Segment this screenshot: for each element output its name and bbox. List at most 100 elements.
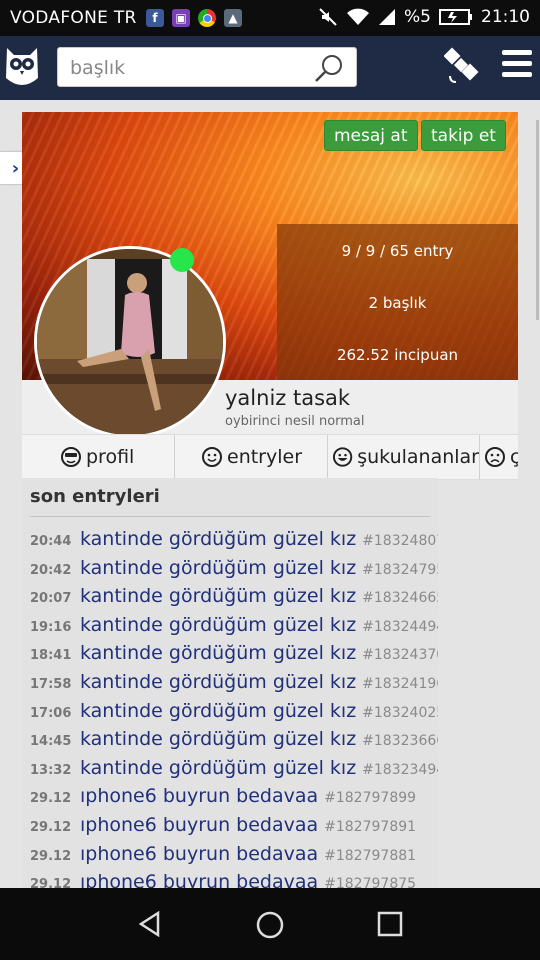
menu-icon[interactable] xyxy=(502,50,532,80)
clock: 21:10 xyxy=(481,7,530,27)
entry-title-link[interactable]: kantinde gördüğüm güzel kız xyxy=(80,757,356,779)
entry-title-link[interactable]: ıphone6 buyrun bedavaa xyxy=(80,814,318,836)
entry-title-link[interactable]: ıphone6 buyrun bedavaa xyxy=(80,843,318,865)
chrome-icon xyxy=(198,9,216,27)
sad-face-icon xyxy=(485,447,505,467)
entry-title-link[interactable]: kantinde gördüğüm güzel kız xyxy=(80,557,356,579)
list-item[interactable]: 17:58 kantinde gördüğüm güzel kız #1832419… xyxy=(30,671,438,699)
app-header xyxy=(0,36,540,100)
list-item[interactable]: 18:41 kantinde gördüğüm güzel kız #1832437… xyxy=(30,642,438,670)
entry-time: 13:32 xyxy=(30,762,72,778)
tab-label: şukulananlar xyxy=(357,446,479,468)
owl-logo-icon[interactable] xyxy=(4,44,40,90)
cool-face-icon xyxy=(61,447,81,467)
mute-icon xyxy=(319,8,337,26)
list-item[interactable]: 29.12 ıphone6 buyrun bedavaa #182797881 xyxy=(30,843,416,871)
wifi-icon xyxy=(347,8,370,25)
message-button[interactable]: mesaj at xyxy=(324,120,418,151)
tab-profil[interactable]: profil xyxy=(22,435,175,479)
entry-title-link[interactable]: kantinde gördüğüm güzel kız xyxy=(80,671,356,693)
entry-time: 19:16 xyxy=(30,619,72,635)
grin-icon xyxy=(332,447,353,467)
smile-icon xyxy=(202,447,222,467)
list-item[interactable]: 19:16 kantinde gördüğüm güzel kız #1832449… xyxy=(30,614,438,642)
online-indicator xyxy=(170,248,194,272)
satellite-icon[interactable] xyxy=(444,46,480,86)
list-item[interactable]: 13:32 kantinde gördüğüm güzel kız #1832349… xyxy=(30,757,438,785)
list-item[interactable]: 29.12 ıphone6 buyrun bedavaa #182797891 xyxy=(30,814,416,842)
entry-id[interactable]: #183241968 xyxy=(362,676,438,692)
recents-icon[interactable] xyxy=(377,911,403,937)
entry-title-link[interactable]: kantinde gördüğüm güzel kız xyxy=(80,585,356,607)
entry-id[interactable]: #183246657 xyxy=(362,590,438,606)
user-title: oybirinci nesil normal xyxy=(225,414,365,429)
tab-cut-off[interactable]: ç xyxy=(480,435,518,479)
entry-time: 17:58 xyxy=(30,677,72,692)
list-item[interactable]: 29.12 ıphone6 buyrun bedavaa #182797899 xyxy=(30,785,416,813)
tab-label: profil xyxy=(86,446,135,468)
scrollbar[interactable] xyxy=(536,120,539,320)
topic-count[interactable]: 2 başlık xyxy=(277,294,518,312)
entry-id[interactable]: #183240255 xyxy=(362,705,438,721)
entry-id[interactable]: #183236665 xyxy=(362,733,438,749)
entry-title-link[interactable]: kantinde gördüğüm güzel kız xyxy=(80,728,356,750)
follow-button[interactable]: takip et xyxy=(421,120,506,151)
entry-time: 14:45 xyxy=(30,734,72,750)
entry-title-link[interactable]: kantinde gördüğüm güzel kız xyxy=(80,700,356,722)
recent-entries: son entryleri 20:44 kantinde gördüğüm güz… xyxy=(22,478,438,898)
entry-id[interactable]: #182797891 xyxy=(324,819,416,835)
list-item[interactable]: 20:42 kantinde gördüğüm güzel kız #1832479… xyxy=(30,557,438,585)
home-icon[interactable] xyxy=(255,910,285,940)
username: yalniz tasak xyxy=(225,386,351,410)
entry-time: 29.12 xyxy=(30,791,72,807)
entry-time: 20:44 xyxy=(30,534,72,549)
entry-id[interactable]: #183234944 xyxy=(362,762,438,778)
entry-title-link[interactable]: kantinde gördüğüm güzel kız xyxy=(80,614,356,636)
entry-id[interactable]: #183243707 xyxy=(362,647,438,663)
list-item[interactable]: 20:44 kantinde gördüğüm güzel kız #1832480… xyxy=(30,528,438,556)
entry-title-link[interactable]: kantinde gördüğüm güzel kız xyxy=(80,528,356,550)
battery-percent: %5 xyxy=(404,7,431,27)
system-nav-bar xyxy=(0,888,540,960)
avatar[interactable] xyxy=(34,246,226,438)
battery-icon xyxy=(439,9,472,25)
search-input[interactable] xyxy=(68,56,312,80)
section-title: son entryleri xyxy=(30,486,160,507)
entry-time: 20:42 xyxy=(30,562,72,578)
entry-time: 17:06 xyxy=(30,705,72,721)
back-icon[interactable] xyxy=(136,910,164,938)
entry-time: 20:07 xyxy=(30,591,72,607)
status-bar: VODAFONE TR f ▣ ▲ %5 21:10 xyxy=(0,0,540,36)
search-icon[interactable] xyxy=(314,54,344,82)
tab-label: entryler xyxy=(227,446,303,468)
signal-icon xyxy=(379,9,396,25)
tab-sukulananlar[interactable]: şukulananlar xyxy=(328,435,480,479)
tab-entryler[interactable]: entryler xyxy=(175,435,328,479)
list-item[interactable]: 17:06 kantinde gördüğüm güzel kız #1832402… xyxy=(30,700,438,728)
entry-time: 29.12 xyxy=(30,820,72,835)
profile-tabs: profil entryler şukulananlar ç xyxy=(22,434,518,480)
entry-time: 18:41 xyxy=(30,648,72,664)
points: 262.52 incipuan xyxy=(336,346,459,364)
facebook-icon: f xyxy=(146,9,164,27)
entry-id[interactable]: #183247954 xyxy=(362,562,438,578)
entry-id[interactable]: #183248070 xyxy=(362,533,438,549)
search-box[interactable] xyxy=(57,47,357,87)
entry-title-link[interactable]: ıphone6 buyrun bedavaa xyxy=(80,785,318,807)
profile-stats: 9 / 9 / 65 entry 2 başlık 262.52 incipua… xyxy=(277,224,518,380)
store-icon: ▲ xyxy=(224,9,242,27)
entry-time: 29.12 xyxy=(30,848,72,864)
entry-count[interactable]: 9 / 9 / 65 entry xyxy=(277,242,518,260)
tab-label: ç xyxy=(510,446,518,468)
entry-id[interactable]: #183244948 xyxy=(362,619,438,635)
profile-card: mesaj at takip et 9 / 9 / 65 entry 2 baş… xyxy=(22,112,518,480)
carrier-name: VODAFONE TR xyxy=(10,8,137,28)
list-item[interactable]: 14:45 kantinde gördüğüm güzel kız #1832366… xyxy=(30,728,438,756)
entry-title-link[interactable]: kantinde gördüğüm güzel kız xyxy=(80,642,356,664)
list-item[interactable]: 20:07 kantinde gördüğüm güzel kız #1832466… xyxy=(30,585,438,613)
entry-id[interactable]: #182797881 xyxy=(324,848,416,864)
gallery-icon: ▣ xyxy=(172,9,190,27)
entry-id[interactable]: #182797899 xyxy=(324,790,416,806)
divider xyxy=(30,516,430,517)
notification-icons: f ▣ ▲ xyxy=(146,9,242,27)
